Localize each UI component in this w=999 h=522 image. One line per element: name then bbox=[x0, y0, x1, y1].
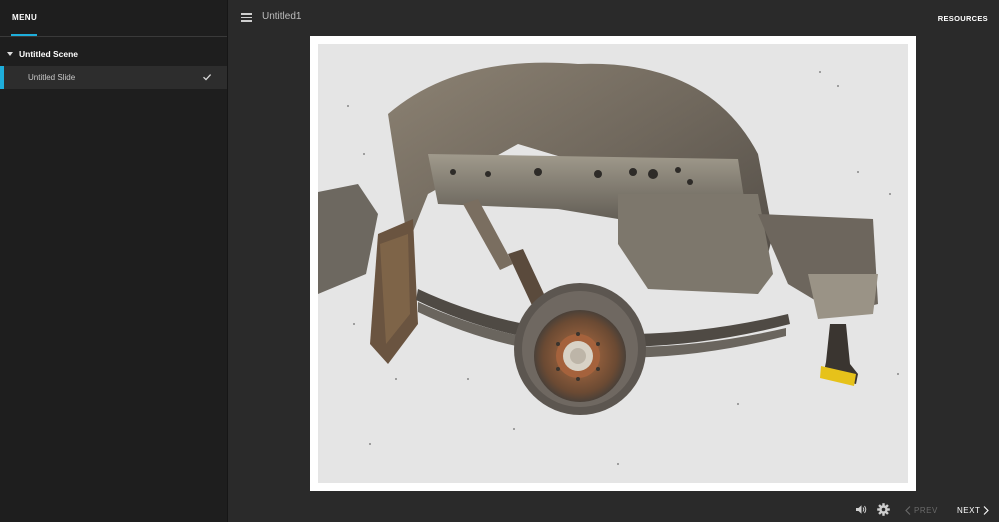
slide-item[interactable]: Untitled Slide bbox=[0, 66, 227, 89]
sidebar: MENU Untitled Scene Untitled Slide bbox=[0, 0, 228, 522]
resources-button[interactable]: RESOURCES bbox=[938, 14, 988, 23]
volume-icon[interactable] bbox=[855, 504, 867, 515]
prev-label: PREV bbox=[914, 505, 938, 515]
scene-label: Untitled Scene bbox=[19, 49, 79, 59]
menu-tab[interactable]: MENU bbox=[12, 13, 37, 22]
hamburger-icon[interactable] bbox=[241, 13, 252, 22]
active-slide-indicator bbox=[0, 66, 4, 89]
gear-icon[interactable] bbox=[877, 503, 890, 516]
prev-button[interactable]: PREV bbox=[905, 504, 938, 516]
next-button[interactable]: NEXT bbox=[957, 504, 990, 516]
slide-frame bbox=[310, 36, 916, 491]
scene-item[interactable]: Untitled Scene bbox=[0, 44, 227, 64]
page-title: Untitled1 bbox=[262, 11, 302, 22]
car-underbody-illustration bbox=[318, 44, 908, 483]
sidebar-divider bbox=[0, 36, 227, 37]
caret-down-icon[interactable] bbox=[7, 52, 13, 56]
chevron-left-icon bbox=[905, 505, 911, 515]
slide-label: Untitled Slide bbox=[28, 73, 76, 82]
check-icon bbox=[203, 74, 212, 81]
slide-image bbox=[318, 44, 908, 483]
chevron-right-icon bbox=[983, 505, 990, 515]
next-label: NEXT bbox=[957, 505, 981, 515]
